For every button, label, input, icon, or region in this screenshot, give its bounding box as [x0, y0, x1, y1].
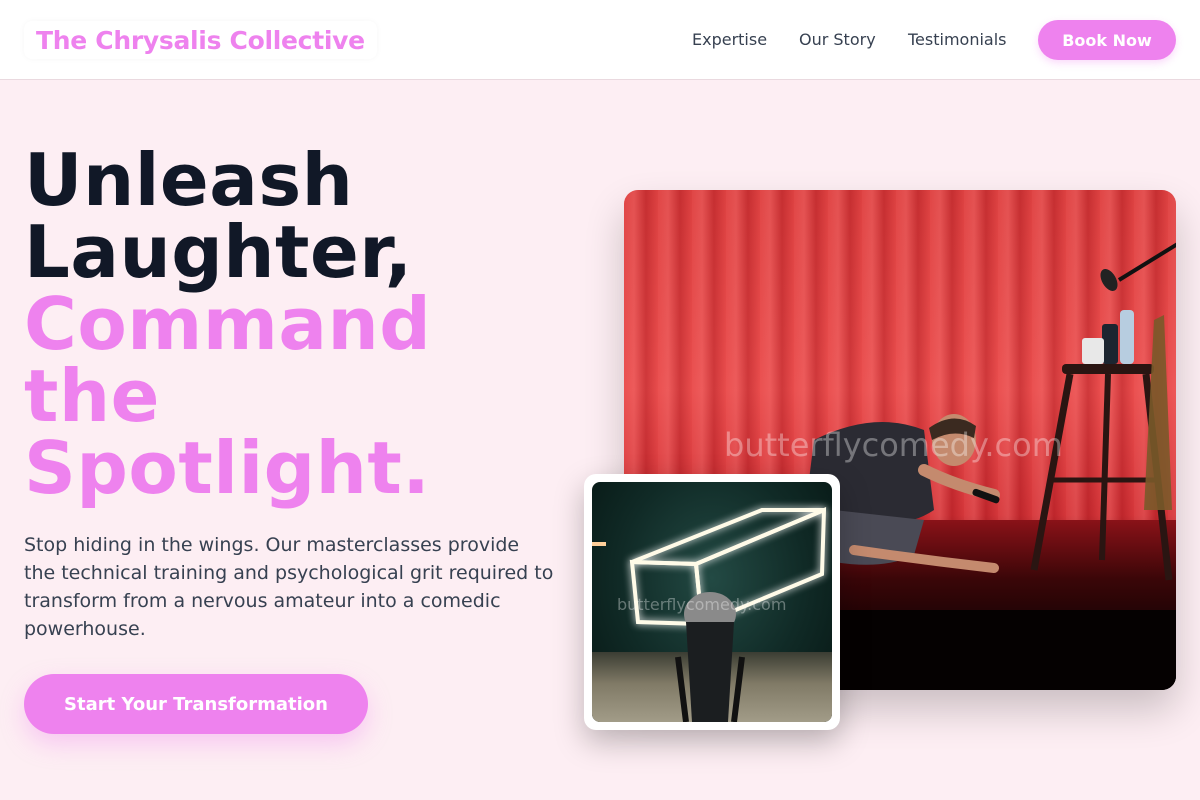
nav-link-our-story[interactable]: Our Story [799, 30, 876, 49]
stool-seat [1062, 364, 1154, 374]
headline-accent-line: the [24, 354, 161, 438]
can [1102, 324, 1118, 364]
hero-headline: Unleash Laughter, Command the Spotlight. [24, 144, 584, 504]
stand-mic-icon [1100, 269, 1118, 291]
headline-accent-line: Command [24, 282, 432, 366]
nav-link-expertise[interactable]: Expertise [692, 30, 767, 49]
headline-line: Laughter, [24, 210, 413, 294]
water-bottle [1120, 310, 1134, 364]
hero-subtext: Stop hiding in the wings. Our masterclas… [24, 534, 554, 640]
headline-line: Unleash [24, 138, 354, 222]
mic-body [686, 622, 734, 722]
neon-mic-photo-card: butterflycomedy.com [584, 474, 840, 730]
start-transformation-button[interactable]: Start Your Transformation [24, 674, 368, 734]
neon-cube-top [631, 508, 825, 567]
mic-stand [1117, 242, 1176, 282]
watermark: butterflycomedy.com [617, 595, 787, 614]
site-header: The Chrysalis Collective Expertise Our S… [0, 0, 1200, 80]
neon-fragment [592, 542, 606, 546]
headline-accent-line: Spotlight. [24, 426, 431, 510]
mug [1082, 338, 1104, 364]
book-now-button[interactable]: Book Now [1038, 20, 1176, 60]
nav-link-testimonials[interactable]: Testimonials [908, 30, 1007, 49]
comedian-arm [918, 464, 1000, 501]
brand-logo[interactable]: The Chrysalis Collective [24, 21, 377, 59]
neon-mic-photo: butterflycomedy.com [592, 482, 832, 722]
